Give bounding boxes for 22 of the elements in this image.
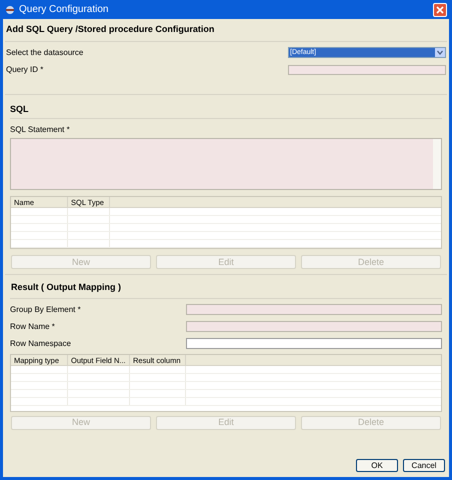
section-heading: SQL xyxy=(9,102,30,116)
field-label: Row Namespace xyxy=(10,338,72,350)
field-label: Query ID * xyxy=(6,64,44,76)
field-label: Group By Element * xyxy=(10,304,82,316)
close-button[interactable] xyxy=(433,2,447,16)
scrollbar[interactable] xyxy=(433,139,441,189)
close-icon xyxy=(436,6,444,14)
query-id-field[interactable] xyxy=(288,64,446,74)
dialog-button[interactable]: Cancel xyxy=(403,459,445,472)
window-title: Query Configuration xyxy=(19,3,110,17)
text-field[interactable] xyxy=(186,338,442,349)
dialog-button[interactable]: OK xyxy=(356,459,398,472)
field-label: Row Name * xyxy=(10,320,56,332)
text-field[interactable] xyxy=(186,304,442,315)
dialog-header: Add SQL Query /Stored procedure Configuration xyxy=(5,23,216,36)
dropdown-arrow-icon xyxy=(435,48,445,57)
field-label: Select the datasource xyxy=(6,46,84,58)
sql-statement-field[interactable] xyxy=(10,138,442,190)
field-label: SQL Statement * xyxy=(9,124,71,136)
text-field[interactable] xyxy=(186,321,442,332)
app-icon xyxy=(5,4,15,14)
section-heading: Result ( Output Mapping ) xyxy=(10,281,122,294)
